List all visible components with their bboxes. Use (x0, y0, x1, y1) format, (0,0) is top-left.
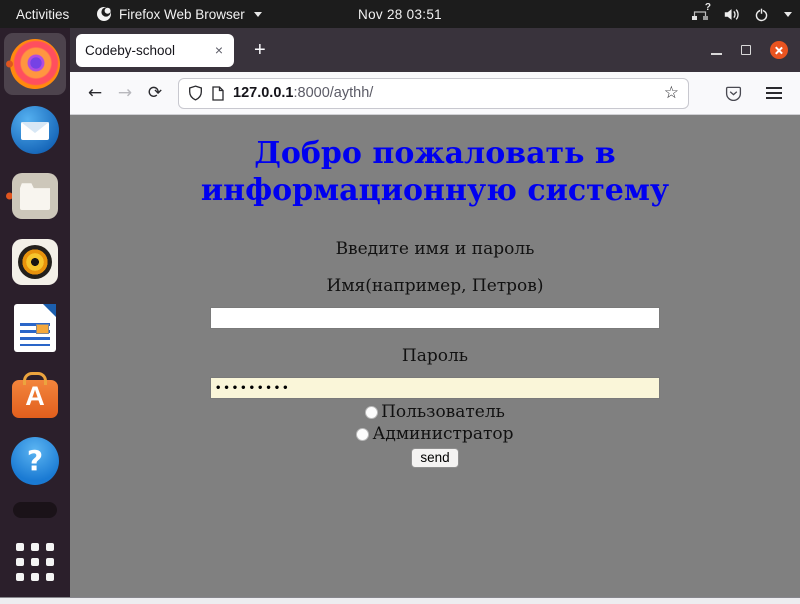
radio-user[interactable] (365, 406, 378, 419)
password-input[interactable] (210, 377, 660, 399)
files-icon (12, 173, 58, 219)
navigation-toolbar: ← → ⟳ 127.0.0.1:8000/aythh/ ☆ (70, 72, 800, 115)
shield-icon[interactable] (188, 85, 203, 101)
pocket-icon[interactable] (725, 85, 742, 102)
back-button[interactable]: ← (80, 83, 110, 103)
app-menu-label: Firefox Web Browser (119, 7, 245, 22)
volume-icon (723, 7, 741, 22)
rhythmbox-icon (12, 239, 58, 285)
radio-row-user: Пользователь (70, 403, 800, 421)
tab-codeby-school[interactable]: Codeby-school × (76, 34, 234, 67)
maximize-button[interactable] (741, 45, 751, 55)
radio-admin[interactable] (356, 428, 369, 441)
dock: A ? (0, 28, 70, 597)
clock[interactable]: Nov 28 03:51 (358, 7, 442, 22)
software-letter-glyph: A (12, 383, 58, 410)
dock-item-thunderbird[interactable] (4, 99, 66, 161)
chevron-down-icon (254, 12, 262, 17)
new-tab-button[interactable]: + (248, 39, 272, 62)
dock-item-rhythmbox[interactable] (4, 231, 66, 293)
radio-row-admin: Администратор (70, 425, 800, 443)
reload-button[interactable]: ⟳ (140, 83, 170, 103)
activities-button[interactable]: Activities (16, 7, 69, 22)
dock-item-trash[interactable] (4, 496, 66, 523)
tab-title: Codeby-school (85, 43, 207, 58)
dock-item-files[interactable] (4, 165, 66, 227)
app-grid-icon (16, 543, 54, 581)
forward-button[interactable]: → (110, 83, 140, 103)
dock-item-ubuntu-software[interactable]: A (4, 364, 66, 426)
send-button[interactable]: send (411, 448, 458, 468)
close-window-button[interactable] (770, 41, 788, 59)
name-label: Имя(например, Петров) (70, 276, 800, 296)
dock-item-libreoffice-writer[interactable] (4, 297, 66, 359)
minimize-button[interactable] (711, 53, 722, 55)
help-icon: ? (11, 437, 59, 485)
show-applications-button[interactable] (4, 531, 66, 593)
gnome-top-bar: Activities Firefox Web Browser Nov 28 03… (0, 0, 800, 28)
power-icon (754, 7, 769, 22)
page-info-icon[interactable] (212, 86, 224, 101)
bookmark-star-icon[interactable]: ☆ (664, 83, 679, 103)
menu-button[interactable] (762, 83, 786, 103)
dock-item-firefox[interactable] (4, 33, 66, 95)
firefox-window: Codeby-school × + ← → ⟳ 127 (70, 28, 800, 597)
url-bar[interactable]: 127.0.0.1:8000/aythh/ ☆ (178, 78, 689, 109)
url-host: 127.0.0.1 (233, 85, 293, 101)
network-icon: ? (691, 6, 710, 22)
desktop-bottom-strip (0, 597, 800, 604)
name-input[interactable] (210, 307, 660, 329)
firefox-app-menu[interactable]: Firefox Web Browser (96, 6, 262, 22)
system-tray[interactable]: ? (691, 6, 792, 22)
page-heading: Добро пожаловать в информационную систем… (135, 135, 735, 209)
dock-item-help[interactable]: ? (4, 430, 66, 492)
thunderbird-icon (11, 106, 59, 154)
libreoffice-writer-icon (14, 304, 56, 352)
running-indicator (6, 61, 13, 68)
tab-bar: Codeby-school × + (70, 28, 800, 72)
firefox-mono-icon (96, 6, 112, 22)
trash-icon (13, 502, 57, 518)
firefox-icon (10, 39, 60, 89)
url-text[interactable]: 127.0.0.1:8000/aythh/ (233, 85, 373, 101)
tab-close-icon[interactable]: × (213, 42, 225, 58)
ubuntu-software-icon: A (12, 380, 58, 418)
window-controls (711, 41, 788, 59)
intro-text: Введите имя и пароль (70, 239, 800, 259)
radio-admin-label: Администратор (372, 424, 513, 444)
network-unknown-glyph: ? (705, 2, 711, 13)
radio-user-label: Пользователь (381, 402, 505, 422)
url-path: :8000/aythh/ (293, 85, 373, 101)
password-label: Пароль (70, 346, 800, 366)
web-page: Добро пожаловать в информационную систем… (70, 115, 800, 597)
system-menu-caret-icon (784, 12, 792, 17)
